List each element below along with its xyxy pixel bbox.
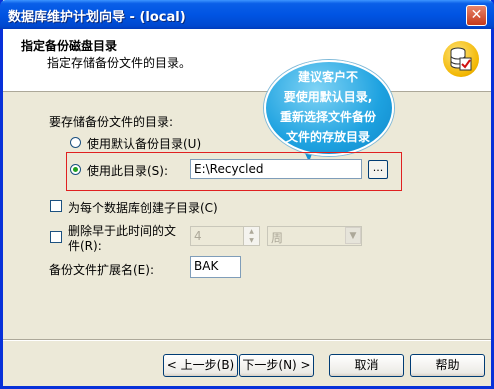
extension-label: 备份文件扩展名(E): <box>49 263 154 277</box>
delete-older-label-line2[interactable]: 件(R): <box>68 237 102 254</box>
wizard-window: 数据库维护计划向导 - (local) ✕ 指定备份磁盘目录 指定存储备份文件的… <box>0 0 494 389</box>
cancel-button[interactable]: 取消 <box>329 354 404 377</box>
directory-group-label: 要存储备份文件的目录: <box>49 115 174 129</box>
header-subtitle: 指定存储备份文件的目录。 <box>47 56 192 70</box>
callout-text: 建议客户不 要使用默认目录, 重新选择文件备份 文件的存放目录 <box>279 70 376 144</box>
footer-divider <box>3 339 491 341</box>
subdir-checkbox[interactable] <box>50 200 62 212</box>
spin-up-icon[interactable]: ▲ <box>244 227 259 236</box>
backup-wizard-icon <box>443 41 479 77</box>
title-bar[interactable]: 数据库维护计划向导 - (local) ✕ <box>0 0 494 29</box>
radio-default-directory-label[interactable]: 使用默认备份目录(U) <box>87 135 201 152</box>
radio-custom-directory[interactable] <box>70 164 81 175</box>
window-title: 数据库维护计划向导 - (local) <box>8 10 186 25</box>
age-number-input[interactable]: 4 <box>190 226 244 246</box>
browse-button[interactable]: ... <box>368 160 388 179</box>
delete-older-checkbox[interactable] <box>50 231 62 243</box>
age-number-spinner[interactable]: ▲ ▼ <box>243 226 260 246</box>
close-button[interactable]: ✕ <box>466 5 487 26</box>
extension-input[interactable]: BAK <box>190 256 241 278</box>
directory-path-input[interactable]: E:\Recycled <box>190 159 362 179</box>
subdir-label[interactable]: 为每个数据库创建子目录(C) <box>68 199 218 216</box>
radio-custom-directory-label[interactable]: 使用此目录(S): <box>87 162 168 179</box>
spin-down-icon[interactable]: ▼ <box>244 236 259 245</box>
wizard-header: 指定备份磁盘目录 指定存储备份文件的目录。 <box>3 29 491 92</box>
chevron-down-icon[interactable]: ▼ <box>345 227 361 244</box>
back-button[interactable]: < 上一步(B) <box>163 354 238 377</box>
radio-default-directory[interactable] <box>70 137 81 148</box>
header-title: 指定备份磁盘目录 <box>21 39 118 53</box>
close-icon: ✕ <box>470 7 483 23</box>
help-button[interactable]: 帮助 <box>410 354 485 377</box>
next-button[interactable]: 下一步(N) > <box>239 354 314 377</box>
